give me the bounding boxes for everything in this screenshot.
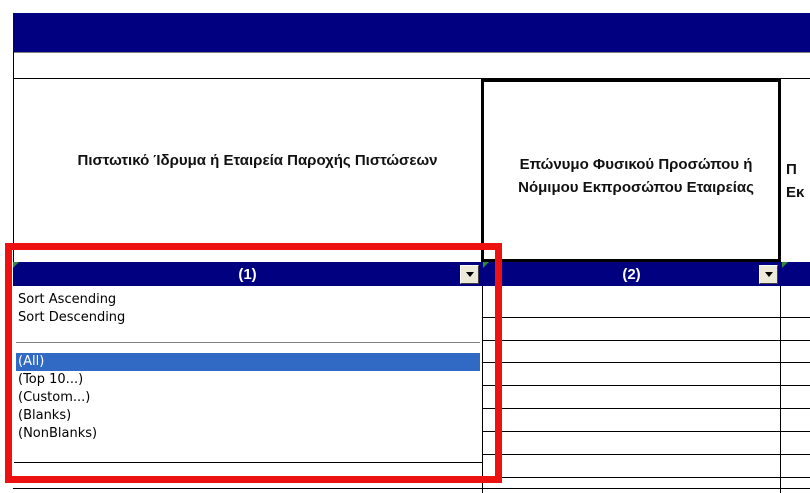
grid-line xyxy=(13,52,810,53)
grid-line xyxy=(483,317,810,318)
column-2-filter-dropdown-button[interactable] xyxy=(759,265,778,284)
grid-line xyxy=(483,454,810,455)
grid-line xyxy=(13,488,810,489)
column-2-header[interactable]: Επώνυμο Φυσικού Προσώπου ή Νόμιμου Εκπρο… xyxy=(486,136,786,216)
column-1-header[interactable]: Πιστωτικό Ίδρυμα ή Εταιρεία Παροχής Πιστ… xyxy=(60,120,455,200)
grid-line xyxy=(483,362,810,363)
grid-line xyxy=(13,52,14,262)
cell-comment-marker-icon xyxy=(782,262,788,268)
grid-line xyxy=(483,385,810,386)
column-2-number: (2) xyxy=(622,265,641,283)
highlight-box xyxy=(5,243,502,483)
grid-line xyxy=(483,408,810,409)
grid-line xyxy=(483,477,810,478)
title-bar xyxy=(13,13,810,52)
grid-line xyxy=(483,340,810,341)
grid-line xyxy=(483,431,810,432)
column-3-header: Π Εκ xyxy=(786,161,805,201)
